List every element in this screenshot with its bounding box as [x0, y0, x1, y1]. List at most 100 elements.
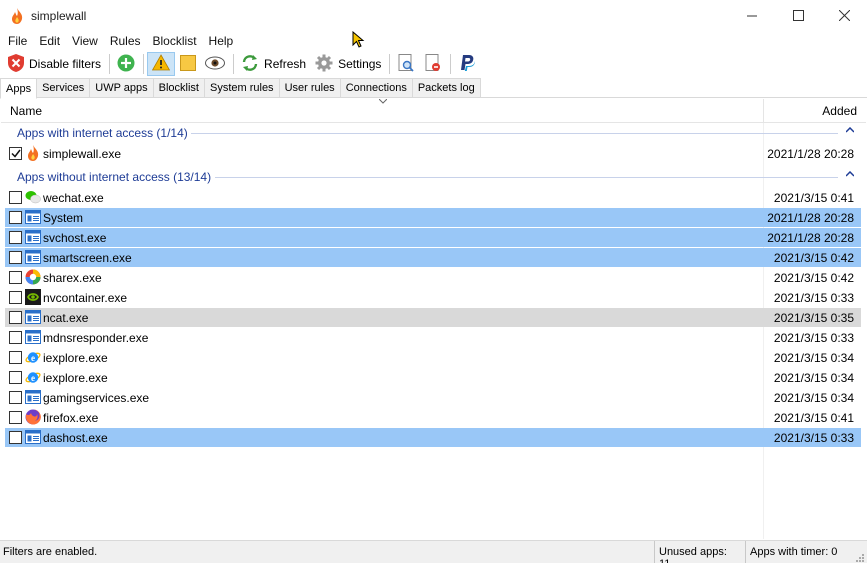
app-added-date: 2021/3/15 0:34 [773, 371, 854, 385]
paypal-icon [458, 54, 476, 75]
log-button[interactable] [176, 52, 200, 76]
donate-button[interactable] [454, 52, 480, 76]
minimize-button[interactable] [729, 0, 775, 31]
row-checkbox[interactable] [9, 191, 22, 204]
menu-edit[interactable]: Edit [33, 34, 66, 48]
add-button[interactable] [113, 52, 139, 76]
group-divider [215, 177, 838, 178]
remove-file-button[interactable] [420, 52, 446, 76]
menu-view[interactable]: View [66, 34, 104, 48]
resize-grip-icon[interactable] [854, 551, 864, 563]
status-bar: Filters are enabled. Unused apps: 11 App… [0, 540, 867, 563]
menu-rules[interactable]: Rules [104, 34, 147, 48]
collapse-chevron-icon[interactable] [845, 169, 855, 180]
plus-circle-icon [117, 54, 135, 75]
refresh-label: Refresh [264, 57, 307, 71]
app-name: wechat.exe [43, 191, 104, 205]
column-header-added[interactable]: Added [822, 104, 857, 118]
tab-user-rules[interactable]: User rules [279, 78, 341, 98]
close-button[interactable] [821, 0, 867, 31]
list-item[interactable]: wechat.exe 2021/3/15 0:41 [5, 188, 861, 207]
list-item[interactable]: mdnsresponder.exe 2021/3/15 0:33 [5, 328, 861, 347]
app-added-date: 2021/3/15 0:33 [773, 331, 854, 345]
row-checkbox[interactable] [9, 231, 22, 244]
app-added-date: 2021/3/15 0:41 [773, 411, 854, 425]
menu-blocklist[interactable]: Blocklist [147, 34, 203, 48]
row-checkbox[interactable] [9, 251, 22, 264]
row-checkbox[interactable] [9, 411, 22, 424]
search-file-icon [397, 53, 415, 75]
tab-connections[interactable]: Connections [340, 78, 413, 98]
row-checkbox[interactable] [9, 371, 22, 384]
list-item[interactable]: svchost.exe 2021/1/28 20:28 [5, 228, 861, 247]
group-divider [191, 133, 838, 134]
row-checkbox[interactable] [9, 351, 22, 364]
settings-button[interactable]: Settings [311, 52, 385, 76]
list-header: Name Added [1, 98, 866, 123]
disable-filters-button[interactable]: Disable filters [4, 52, 105, 76]
row-checkbox[interactable] [9, 431, 22, 444]
collapse-chevron-icon[interactable] [845, 125, 855, 136]
shield-block-icon [8, 53, 24, 75]
row-checkbox[interactable] [9, 331, 22, 344]
note-icon [180, 54, 197, 74]
tab-blocklist[interactable]: Blocklist [153, 78, 205, 98]
list-item[interactable]: firefox.exe 2021/3/15 0:41 [5, 408, 861, 427]
row-checkbox[interactable] [9, 271, 22, 284]
maximize-button[interactable] [775, 0, 821, 31]
menu-help[interactable]: Help [203, 34, 240, 48]
app-added-date: 2021/1/28 20:28 [767, 231, 854, 245]
toolbar-separator [389, 54, 391, 74]
app-name: sharex.exe [43, 271, 102, 285]
app-window-icon [25, 209, 41, 225]
app-added-date: 2021/3/15 0:34 [773, 351, 854, 365]
app-added-date: 2021/3/15 0:33 [773, 431, 854, 445]
app-window-icon [25, 389, 41, 405]
row-checkbox[interactable] [9, 391, 22, 404]
list-item[interactable]: System 2021/1/28 20:28 [5, 208, 861, 227]
app-name: iexplore.exe [43, 351, 108, 365]
row-checkbox[interactable] [9, 147, 22, 160]
column-header-name[interactable]: Name [10, 104, 42, 118]
settings-label: Settings [338, 57, 382, 71]
row-checkbox[interactable] [9, 211, 22, 224]
group-header-allowed[interactable]: Apps with internet access (1/14) [1, 123, 866, 143]
group-header-blocked[interactable]: Apps without internet access (13/14) [1, 167, 866, 187]
column-divider[interactable] [763, 99, 764, 123]
app-added-date: 2021/3/15 0:35 [773, 311, 854, 325]
list-item[interactable]: smartscreen.exe 2021/3/15 0:42 [5, 248, 861, 267]
toolbar-separator [450, 54, 452, 74]
group-label-blocked: Apps without internet access (13/14) [17, 170, 212, 184]
list-item[interactable]: e iexplore.exe 2021/3/15 0:34 [5, 368, 861, 387]
flame-icon [25, 145, 41, 161]
app-name: ncat.exe [43, 311, 89, 325]
tab-system-rules[interactable]: System rules [204, 78, 280, 98]
tab-apps[interactable]: Apps [0, 78, 38, 99]
menu-file[interactable]: File [2, 34, 33, 48]
app-added-date: 2021/3/15 0:42 [773, 251, 854, 265]
view-log-button[interactable] [201, 52, 229, 76]
app-added-date: 2021/3/15 0:42 [773, 271, 854, 285]
search-file-button[interactable] [393, 52, 419, 76]
row-checkbox[interactable] [9, 311, 22, 324]
toolbar-separator [233, 54, 235, 74]
app-name: dashost.exe [43, 431, 108, 445]
app-name: nvcontainer.exe [43, 291, 128, 305]
list-item[interactable]: dashost.exe 2021/3/15 0:33 [5, 428, 861, 447]
app-window-icon [25, 329, 41, 345]
list-item[interactable]: simplewall.exe 2021/1/28 20:28 [5, 144, 861, 163]
list-item[interactable]: gamingservices.exe 2021/3/15 0:34 [5, 388, 861, 407]
tab-packets-log[interactable]: Packets log [412, 78, 481, 98]
toolbar: Disable filters Refresh Settings [0, 51, 867, 77]
notifications-toggle-button[interactable] [147, 52, 176, 76]
refresh-button[interactable]: Refresh [237, 52, 310, 76]
tab-uwp-apps[interactable]: UWP apps [90, 78, 154, 98]
list-item[interactable]: e iexplore.exe 2021/3/15 0:34 [5, 348, 861, 367]
tab-services[interactable]: Services [37, 78, 91, 98]
list-item[interactable]: sharex.exe 2021/3/15 0:42 [5, 268, 861, 287]
list-item[interactable]: nvcontainer.exe 2021/3/15 0:33 [5, 288, 861, 307]
svg-text:e: e [31, 353, 35, 363]
list-item[interactable]: ncat.exe 2021/3/15 0:35 [5, 308, 861, 327]
row-checkbox[interactable] [9, 291, 22, 304]
firefox-icon [25, 409, 41, 425]
